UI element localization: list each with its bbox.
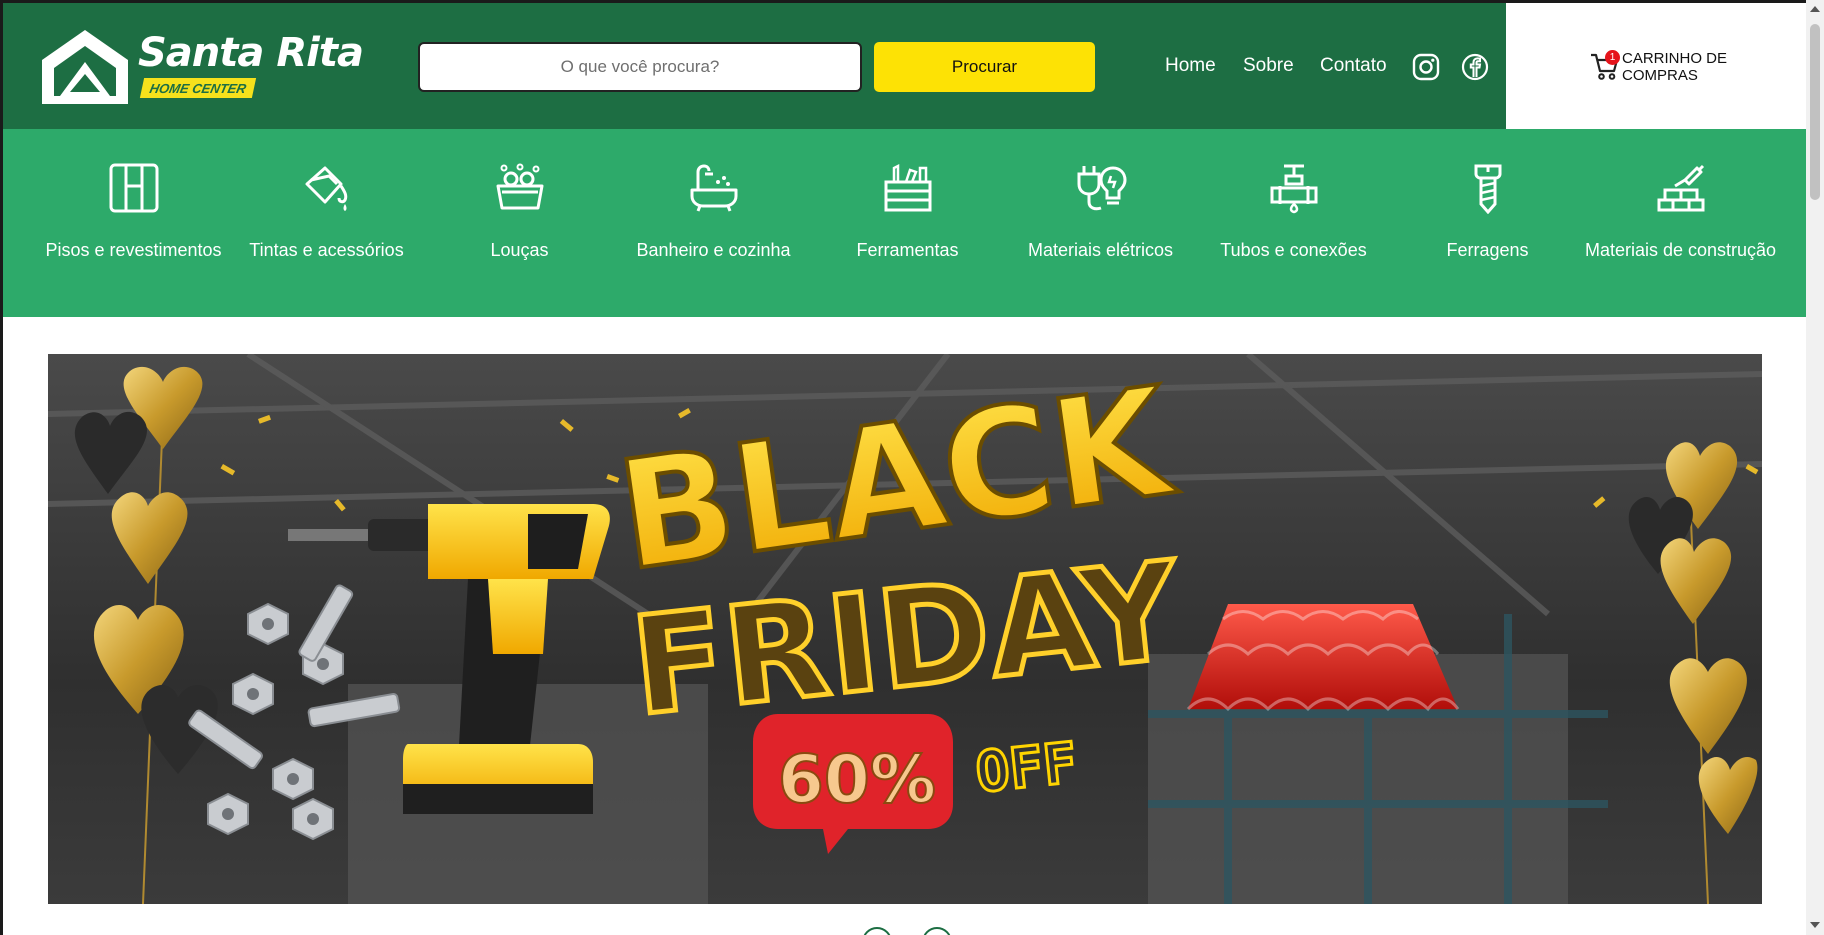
- search-button[interactable]: Procurar: [874, 42, 1095, 92]
- dish-basin-icon: [496, 163, 544, 210]
- carousel-next-button[interactable]: [922, 927, 952, 935]
- scroll-down-icon[interactable]: [1810, 922, 1820, 928]
- paint-bucket-icon: [305, 166, 348, 211]
- category-loucas[interactable]: Louças: [423, 129, 616, 317]
- category-label: Materiais elétricos: [1027, 240, 1174, 260]
- banner-discount: 60%: [778, 741, 936, 818]
- category-label: Pisos e revestimentos: [45, 240, 222, 260]
- category-tintas[interactable]: Tintas e acessórios: [230, 129, 423, 317]
- banner-discount-suffix: OFF: [973, 731, 1080, 806]
- bricks-trowel-icon: [1657, 164, 1705, 212]
- cart-count-badge: 1: [1605, 50, 1620, 65]
- scrollbar-thumb[interactable]: [1810, 24, 1820, 200]
- category-label: Tubos e conexões: [1220, 240, 1367, 260]
- cart-label: CARRINHO DE COMPRAS: [1622, 50, 1728, 84]
- category-label: Tintas e acessórios: [249, 240, 404, 260]
- category-label: Banheiro e cozinha: [636, 240, 791, 260]
- plug-bulb-icon: [1077, 166, 1127, 211]
- brand-logo[interactable]: Santa Rita HOME CENTER: [40, 28, 364, 106]
- category-ferragens[interactable]: Ferragens: [1391, 129, 1584, 317]
- page: Santa Rita HOME CENTER Procurar Home Sob…: [0, 0, 1806, 935]
- category-label: Louças: [490, 240, 549, 260]
- nav-contact[interactable]: Contato: [1320, 55, 1387, 77]
- banner-artwork: BLACK FRIDAY 60% OFF: [48, 354, 1762, 904]
- category-pisos[interactable]: Pisos e revestimentos: [37, 129, 230, 317]
- nav-about[interactable]: Sobre: [1243, 55, 1294, 77]
- search-input[interactable]: [418, 42, 862, 92]
- nav-home[interactable]: Home: [1165, 55, 1216, 77]
- black-friday-banner[interactable]: BLACK FRIDAY 60% OFF: [48, 354, 1762, 904]
- category-label: Materiais de construção: [1584, 240, 1777, 260]
- category-banheiro[interactable]: Banheiro e cozinha: [617, 129, 810, 317]
- site-header: Santa Rita HOME CENTER Procurar Home Sob…: [3, 3, 1806, 129]
- house-logo-icon: [42, 30, 128, 104]
- screw-icon: [1474, 164, 1502, 214]
- category-eletricos[interactable]: Materiais elétricos: [1004, 129, 1197, 317]
- carousel-prev-button[interactable]: [862, 927, 892, 935]
- category-label: Ferramentas: [856, 240, 959, 260]
- category-bar: Pisos e revestimentos Tintas e acessório…: [3, 129, 1806, 317]
- brand-tagline: HOME CENTER: [139, 78, 257, 98]
- toolbox-icon: [884, 163, 932, 212]
- scroll-up-icon[interactable]: [1810, 6, 1820, 12]
- page-scrollbar[interactable]: [1806, 0, 1824, 935]
- bathtub-icon: [690, 164, 738, 212]
- category-ferramentas[interactable]: Ferramentas: [811, 129, 1004, 317]
- tiles-icon: [109, 163, 159, 213]
- instagram-icon[interactable]: [1412, 53, 1440, 81]
- cart-button[interactable]: 1 CARRINHO DE COMPRAS: [1506, 3, 1806, 129]
- brand-name: Santa Rita: [138, 30, 364, 76]
- category-construcao[interactable]: Materiais de construção: [1584, 129, 1777, 317]
- pipe-valve-icon: [1270, 164, 1318, 214]
- category-tubos[interactable]: Tubos e conexões: [1197, 129, 1390, 317]
- facebook-icon[interactable]: [1461, 53, 1489, 81]
- category-label: Ferragens: [1446, 240, 1529, 260]
